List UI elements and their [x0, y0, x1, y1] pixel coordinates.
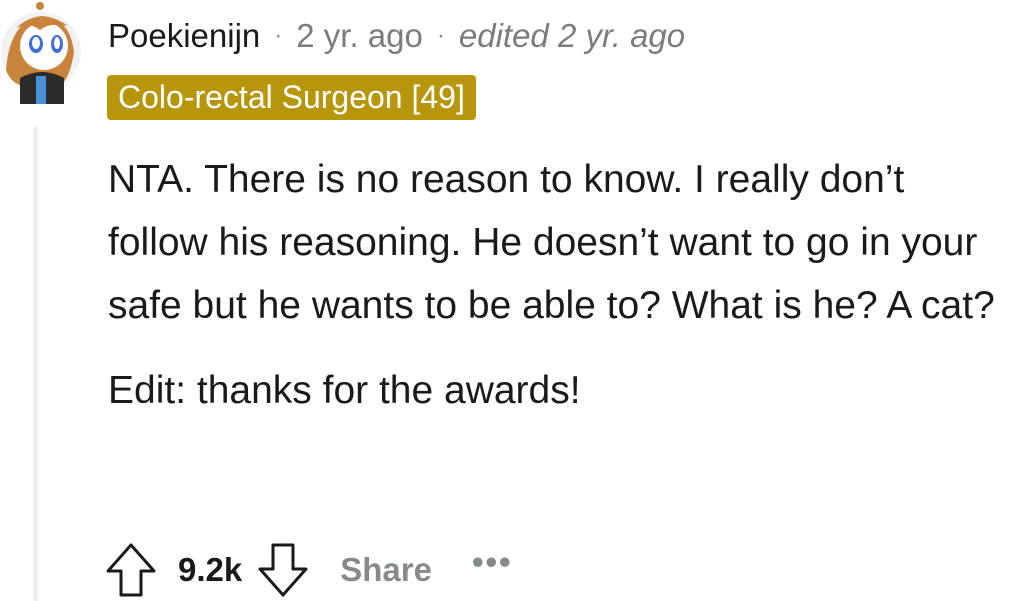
- comment-paragraph: Edit: thanks for the awards!: [108, 369, 581, 412]
- separator-dot: ·: [436, 22, 445, 49]
- thread-line[interactable]: [33, 126, 38, 601]
- vote-score: 9.2k: [178, 551, 243, 588]
- upvote-icon[interactable]: [104, 541, 158, 599]
- downvote-icon[interactable]: [256, 541, 310, 599]
- user-flair: Colo-rectal Surgeon [49]: [107, 75, 476, 120]
- comment-header: Poekienijn · 2 yr. ago · edited 2 yr. ag…: [108, 14, 685, 58]
- post-time[interactable]: 2 yr. ago: [296, 17, 423, 55]
- username[interactable]: Poekienijn: [108, 17, 260, 55]
- edited-time: edited 2 yr. ago: [458, 17, 686, 54]
- avatar[interactable]: [0, 0, 82, 104]
- separator-dot: ·: [274, 22, 283, 49]
- comment-paragraph: NTA. There is no reason to know. I reall…: [108, 158, 995, 327]
- comment-body: NTA. There is no reason to know. I reall…: [108, 148, 1008, 444]
- more-icon[interactable]: •••: [472, 543, 513, 581]
- action-bar: 9.2k Share •••: [104, 540, 513, 600]
- share-button[interactable]: Share: [340, 551, 432, 589]
